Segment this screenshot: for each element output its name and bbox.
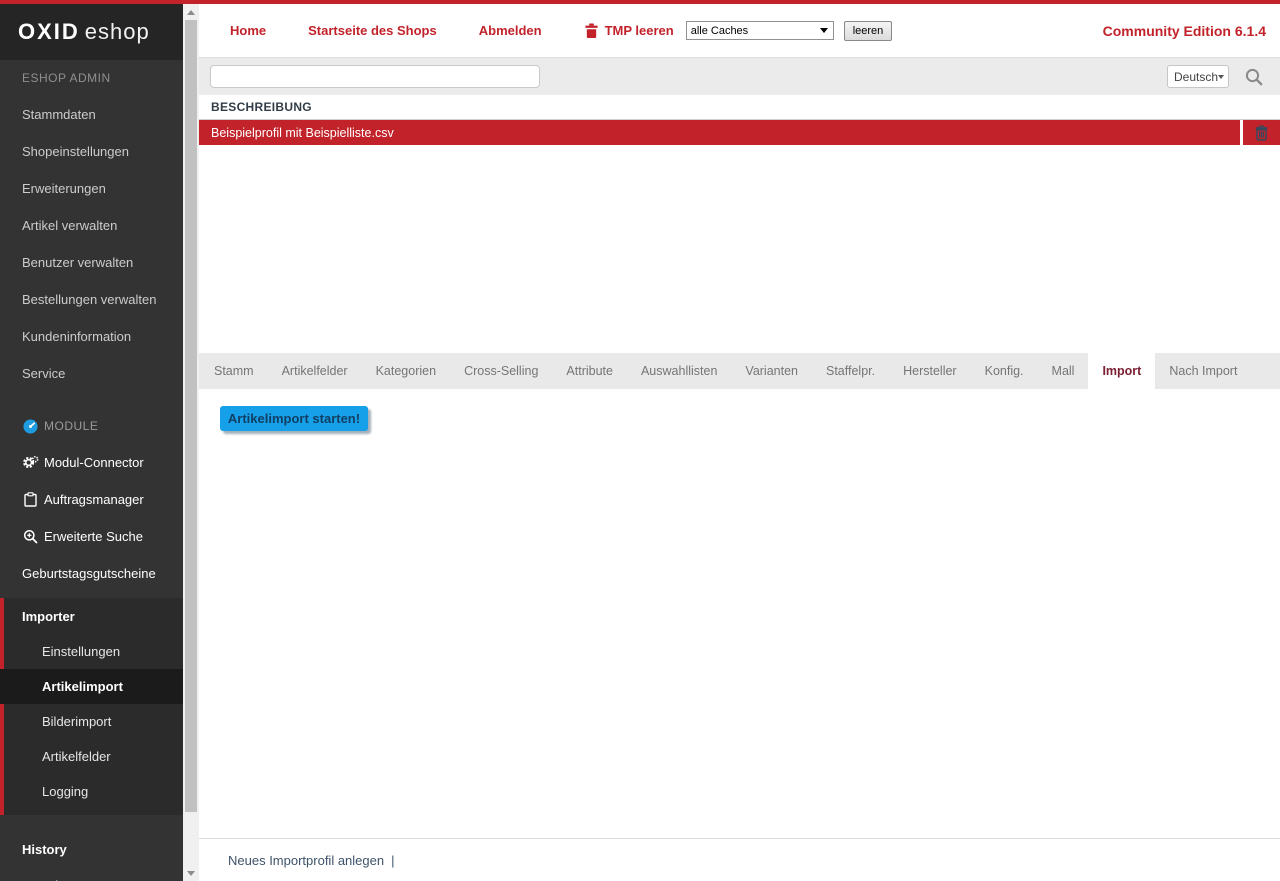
scroll-up-arrow[interactable] [183, 4, 199, 20]
clipboard-icon [22, 491, 39, 508]
module-section-label: MODULE [44, 419, 98, 433]
new-import-profile-link[interactable]: Neues Importprofil anlegen [228, 853, 384, 868]
sidebar-item-benutzer-verwalten[interactable]: Benutzer verwalten [0, 244, 183, 281]
sidebar-item-importer[interactable]: Importer [4, 598, 183, 634]
tab-hersteller[interactable]: Hersteller [889, 353, 971, 389]
cogs-icon [22, 454, 39, 471]
sidebar-item-geburtstagsgutscheine[interactable]: Geburtstagsgutscheine [0, 555, 183, 592]
sidebar-item-kundeninformation[interactable]: Kundeninformation [0, 318, 183, 355]
delete-profile-button[interactable] [1243, 120, 1280, 145]
language-select[interactable]: Deutsch [1167, 65, 1229, 88]
sidebar-item-erweiterungen[interactable]: Erweiterungen [0, 170, 183, 207]
cache-clear-button[interactable]: leeren [844, 21, 893, 41]
module-item-label: Modul-Connector [44, 455, 144, 470]
sidebar-section-eshop-admin: ESHOP ADMIN [0, 60, 183, 96]
trash-icon [1254, 125, 1269, 141]
logo-product: eshop [85, 19, 150, 45]
tab-attribute[interactable]: Attribute [552, 353, 627, 389]
module-item-label: Geburtstagsgutscheine [22, 566, 156, 581]
sidebar-subitem-einstellungen[interactable]: Einstellungen [4, 634, 183, 669]
tab-artikelfelder[interactable]: Artikelfelder [268, 353, 362, 389]
up-triangle-icon [187, 10, 195, 15]
oxid-logo: OXID eshop [0, 4, 183, 60]
top-navigation: Home Startseite des Shops Abmelden TMP l… [199, 4, 1280, 58]
sidebar: OXID eshop ESHOP ADMIN Stammdaten Shopei… [0, 4, 183, 881]
tab-nach-import[interactable]: Nach Import [1155, 353, 1251, 389]
module-gauge-icon [22, 418, 39, 435]
footer-separator: | [391, 853, 394, 868]
tmp-clear-label: TMP leeren [605, 23, 674, 38]
tab-kategorien[interactable]: Kategorien [362, 353, 450, 389]
scroll-down-arrow[interactable] [183, 865, 199, 881]
tab-konfig[interactable]: Konfig. [971, 353, 1038, 389]
cache-select[interactable]: alle Caches [686, 21, 834, 40]
footer-bar: Neues Importprofil anlegen | [199, 838, 1280, 881]
nav-link-home[interactable]: Home [230, 23, 266, 38]
sidebar-item-stammdaten[interactable]: Stammdaten [0, 96, 183, 133]
tab-content: Artikelimport starten! [199, 389, 1280, 838]
tab-auswahllisten[interactable]: Auswahllisten [627, 353, 731, 389]
sidebar-subitem-artikelfelder[interactable]: Artikelfelder [4, 739, 183, 774]
down-triangle-icon [187, 871, 195, 876]
sidebar-item-shopeinstellungen[interactable]: Shopeinstellungen [0, 133, 183, 170]
sidebar-group-importer: Importer Einstellungen Artikelimport Bil… [0, 598, 183, 815]
sidebar-subitem-artikelimport[interactable]: Artikelimport [0, 669, 183, 704]
module-item-label: Erweiterte Suche [44, 529, 143, 544]
tab-stamm[interactable]: Stamm [200, 353, 268, 389]
sidebar-item-history[interactable]: History [0, 831, 183, 867]
nav-link-logout[interactable]: Abmelden [479, 23, 542, 38]
sidebar-subitem-bilderimport[interactable]: Bilderimport [4, 704, 183, 739]
sidebar-item-favorites-clipped[interactable]: Favorites [0, 867, 183, 881]
nav-link-shop-startpage[interactable]: Startseite des Shops [308, 23, 437, 38]
logo-brand: OXID [18, 19, 80, 45]
list-column-header: BESCHREIBUNG [199, 95, 1280, 120]
list-empty-space [199, 145, 1280, 353]
start-article-import-button[interactable]: Artikelimport starten! [220, 406, 368, 431]
sidebar-item-artikel-verwalten[interactable]: Artikel verwalten [0, 207, 183, 244]
module-item-label: Auftragsmanager [44, 492, 144, 507]
tab-varianten[interactable]: Varianten [731, 353, 812, 389]
search-input[interactable] [210, 65, 540, 88]
sidebar-item-auftragsmanager[interactable]: Auftragsmanager [0, 481, 183, 518]
sidebar-item-service[interactable]: Service [0, 355, 183, 392]
trash-icon [584, 23, 599, 39]
tab-import[interactable]: Import [1088, 353, 1155, 389]
main-area: Home Startseite des Shops Abmelden TMP l… [199, 4, 1280, 881]
sidebar-item-bestellungen-verwalten[interactable]: Bestellungen verwalten [0, 281, 183, 318]
sidebar-section-module: MODULE [0, 408, 183, 444]
vertical-scrollbar[interactable] [183, 4, 199, 881]
import-profile-row-label[interactable]: Beispielprofil mit Beispielliste.csv [199, 120, 1240, 145]
search-bar: Deutsch [199, 58, 1280, 95]
language-select-value: Deutsch [1174, 70, 1218, 84]
sidebar-subitem-logging[interactable]: Logging [4, 774, 183, 809]
zoom-in-icon [22, 528, 39, 545]
tab-cross-selling[interactable]: Cross-Selling [450, 353, 552, 389]
chevron-down-icon [1218, 75, 1224, 79]
table-row[interactable]: Beispielprofil mit Beispielliste.csv [199, 120, 1280, 145]
search-icon[interactable] [1245, 68, 1263, 86]
sidebar-item-erweiterte-suche[interactable]: Erweiterte Suche [0, 518, 183, 555]
cache-select-value: alle Caches [691, 25, 748, 37]
tmp-clear-action[interactable]: TMP leeren [584, 23, 674, 39]
scrollbar-thumb[interactable] [185, 20, 197, 812]
select-arrow-icon [820, 28, 828, 33]
sidebar-item-modul-connector[interactable]: Modul-Connector [0, 444, 183, 481]
tab-mall[interactable]: Mall [1038, 353, 1089, 389]
tab-staffelpr[interactable]: Staffelpr. [812, 353, 889, 389]
edition-label: Community Edition 6.1.4 [1103, 23, 1266, 39]
detail-tabs: Stamm Artikelfelder Kategorien Cross-Sel… [199, 353, 1280, 389]
